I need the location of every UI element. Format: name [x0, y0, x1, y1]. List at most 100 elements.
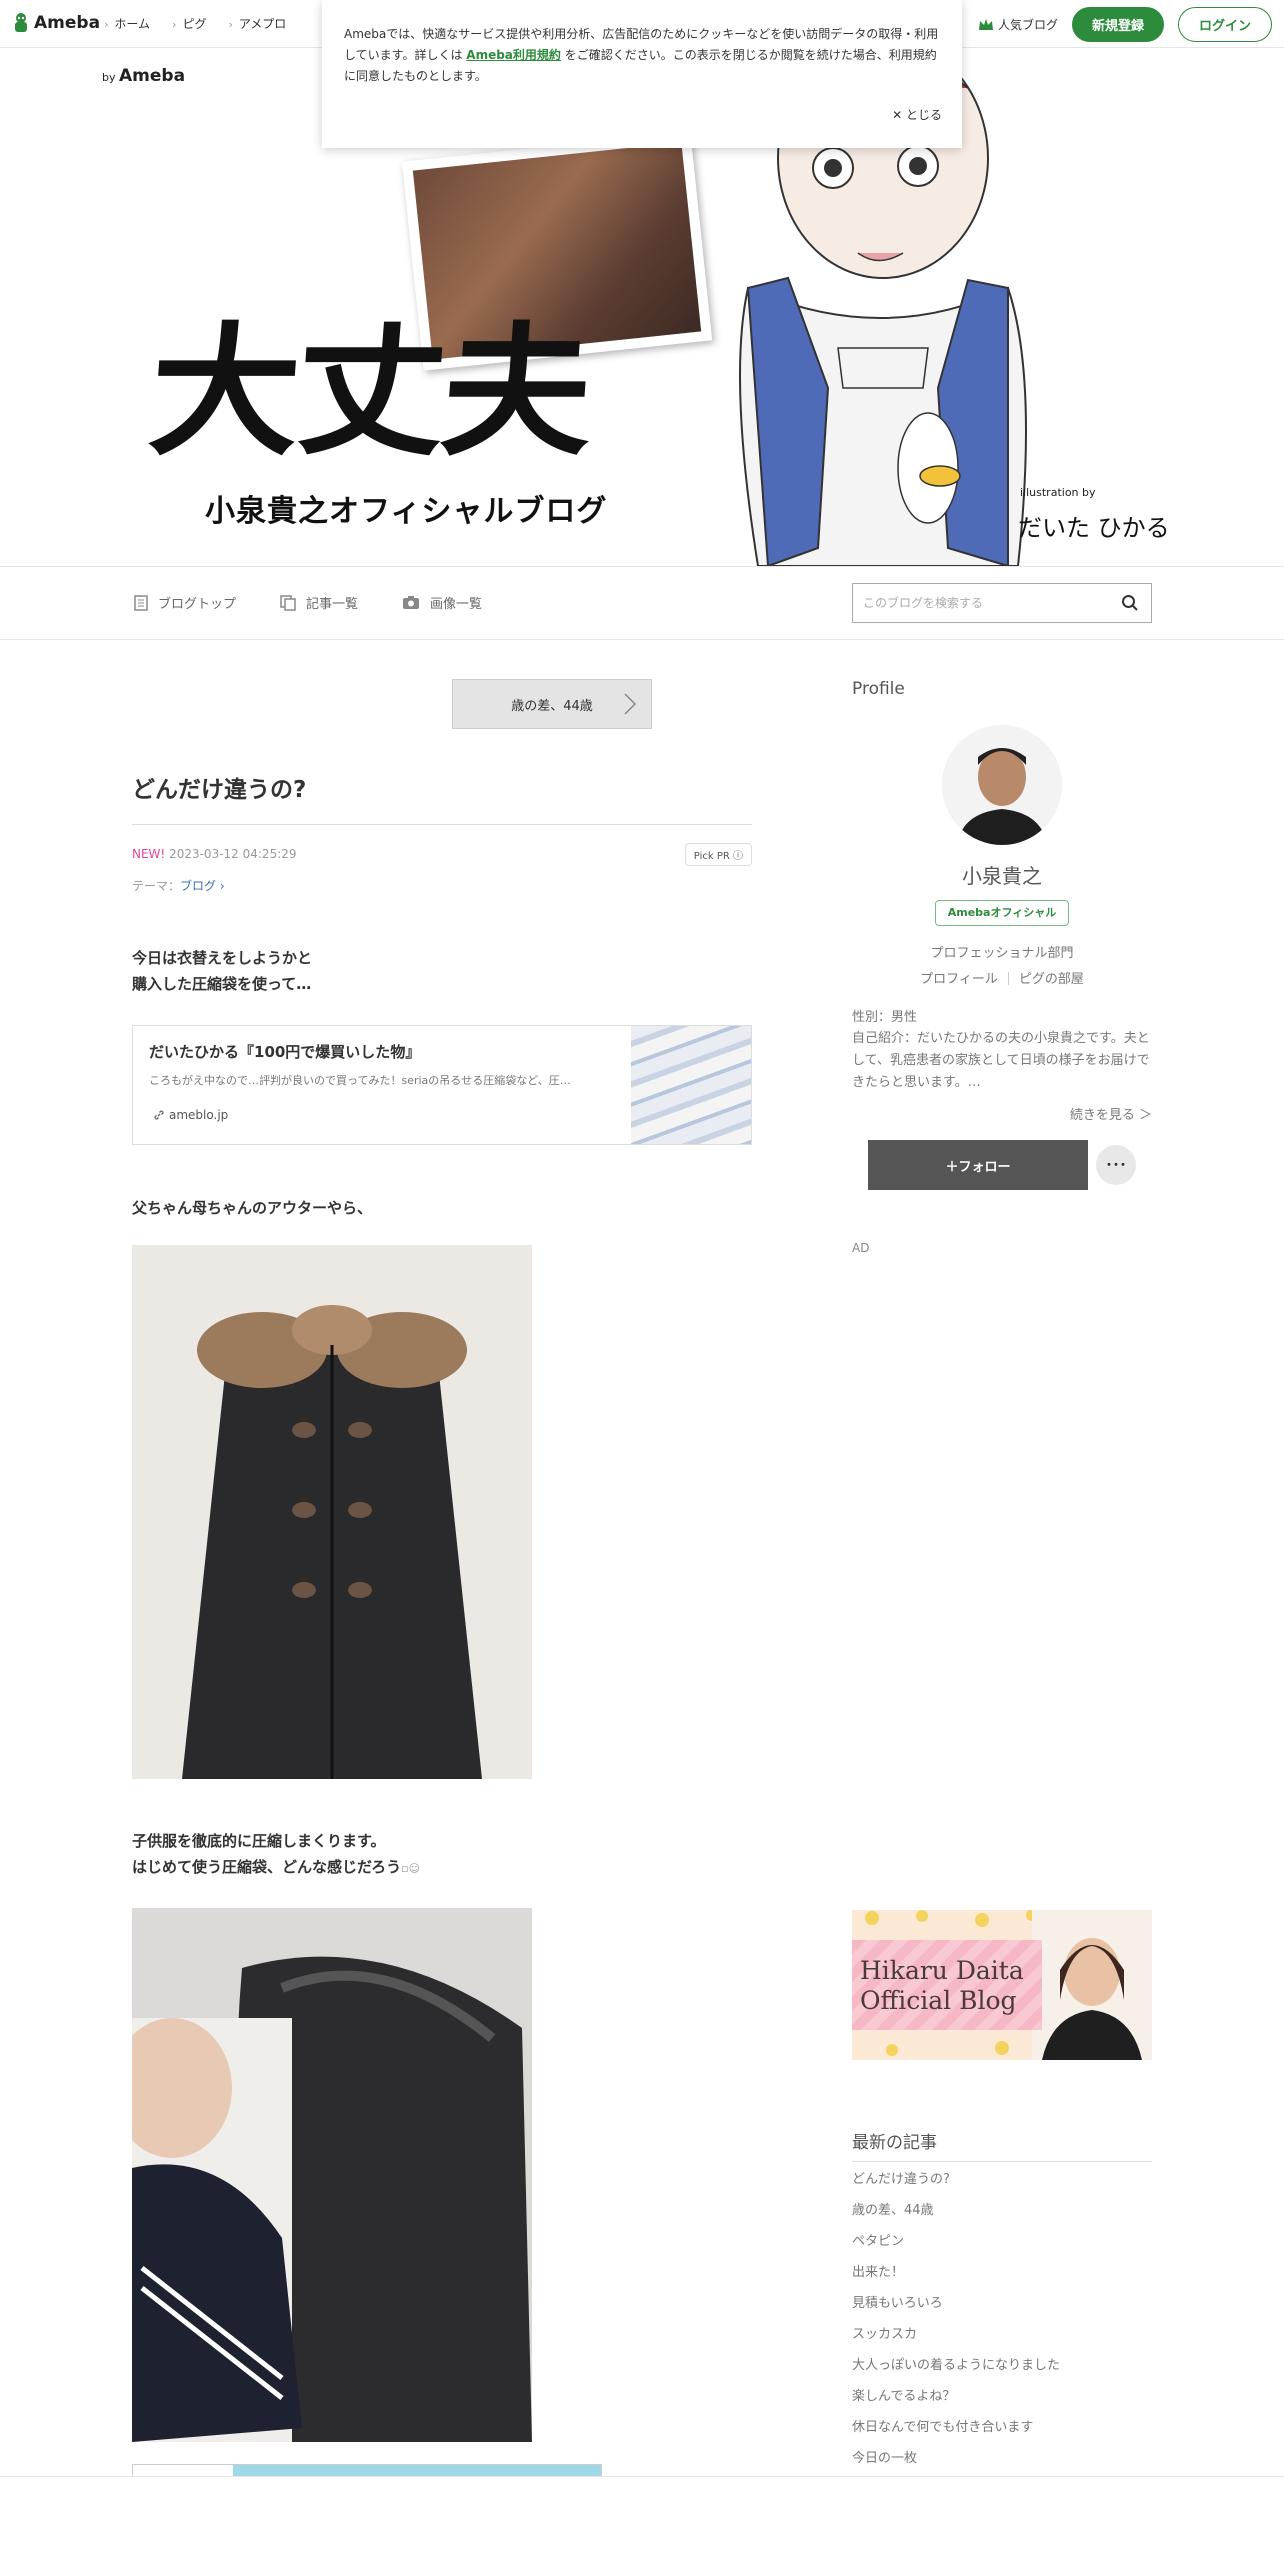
link-icon: [154, 1110, 164, 1120]
hikaru-daita-blog-banner[interactable]: Hikaru Daita Official Blog: [852, 1910, 1152, 2060]
paragraph-line: 子供服を徹底的に圧縮しまくります。: [132, 1832, 386, 1850]
ameba-logo-text: Ameba: [34, 13, 101, 33]
nav-pigg-label: ピグ: [182, 17, 207, 31]
profile-department: プロフェッショナル部門: [930, 946, 1074, 961]
copy-icon: [280, 594, 296, 611]
profile-intro: 自己紹介：だいたひかるの夫の小泉貴之です。夫として、乳癌患者の家族として日頃の様…: [852, 1031, 1150, 1090]
card-title: だいたひかる『100円で爆買いした物』: [149, 1043, 421, 1061]
article-meta: NEW! 2023-03-12 04:25:29: [132, 847, 297, 861]
nav-home-label: ホーム: [114, 17, 151, 31]
article-theme: テーマ：ブログ ›: [132, 877, 225, 894]
search-icon[interactable]: [1121, 594, 1139, 612]
read-more-link[interactable]: 続きを見る ＞: [1070, 1104, 1152, 1123]
camera-icon: [403, 596, 420, 609]
paragraph-line: 今日は衣替えをしようかと: [132, 949, 313, 967]
theme-link[interactable]: ブログ ›: [180, 879, 225, 893]
banner-text: Hikaru Daita Official Blog: [860, 1956, 1024, 2016]
crown-icon: [978, 18, 993, 30]
nav-home[interactable]: › ホーム: [104, 15, 150, 32]
banner-line: Official Blog: [860, 1986, 1017, 2015]
chevron-right-icon: ›: [172, 18, 177, 31]
card-url-text: ameblo.jp: [169, 1108, 229, 1122]
article-paragraph: 子供服を徹底的に圧縮しまくります。 はじめて使う圧縮袋、どんな感じだろう▫☺: [132, 1828, 420, 1882]
chevron-right-icon: ›: [104, 18, 109, 31]
list-item[interactable]: 歳の差、44歳: [852, 2201, 1152, 2232]
login-button[interactable]: ログイン: [1177, 7, 1272, 42]
card-url: ameblo.jp: [153, 1108, 228, 1122]
image-list-link[interactable]: 画像一覧: [402, 593, 482, 612]
header-actions: 人気ブログ 新規登録 ログイン: [978, 7, 1272, 42]
entry-list-label: 記事一覧: [306, 597, 359, 612]
divider: [1007, 972, 1009, 985]
paragraph-line: はじめて使う圧縮袋、どんな感じだろう: [132, 1858, 402, 1876]
list-item[interactable]: ペタピン: [852, 2232, 1152, 2263]
list-item[interactable]: 大人っぽいの着るようになりました: [852, 2356, 1152, 2387]
blog-nav-bar: ブログトップ 記事一覧 画像一覧: [0, 566, 1284, 640]
cookie-close-label: とじる: [905, 108, 942, 122]
list-item[interactable]: スッカスカ: [852, 2325, 1152, 2356]
blog-link-card[interactable]: だいたひかる『100円で爆買いした物』 ころもがえ中なので…評判が良いので買って…: [132, 1025, 752, 1145]
info-icon: ⓘ: [733, 851, 743, 862]
theme-link-label: ブログ: [180, 879, 217, 893]
bottom-bar: [0, 2476, 1284, 2568]
entry-list-link[interactable]: 記事一覧: [280, 593, 358, 612]
recent-entries-list: どんだけ違うの? 歳の差、44歳 ペタピン 出来た！ 見積もいろいろ スッカスカ…: [852, 2170, 1152, 2480]
chevron-right-icon: ›: [228, 18, 233, 31]
profile-name[interactable]: 小泉貴之: [852, 860, 1152, 889]
blog-search-input[interactable]: [853, 584, 1103, 622]
global-nav: › ホーム › ピグ › アメプロ: [104, 15, 286, 32]
avatar[interactable]: [942, 725, 1062, 845]
signup-button[interactable]: 新規登録: [1071, 7, 1164, 42]
prev-entry-button[interactable]: 歳の差、44歳: [452, 679, 652, 729]
baby-bag-photo-drawing: [132, 1908, 532, 2442]
pick-pr-label: Pick PR: [693, 851, 730, 862]
article-date: 2023-03-12 04:25:29: [169, 847, 297, 861]
coat-photo[interactable]: [132, 1245, 532, 1779]
list-item[interactable]: 楽しんでるよね？: [852, 2387, 1152, 2418]
pick-pr-button[interactable]: Pick PR ⓘ: [684, 843, 752, 866]
illustration-credit: illustration by: [1020, 486, 1096, 499]
blog-top-link[interactable]: ブログトップ: [134, 593, 236, 612]
avatar-image: [942, 725, 1062, 845]
blog-subtitle: 小泉貴之オフィシャルブログ: [205, 494, 608, 529]
terms-link[interactable]: Ameba利用規約: [466, 48, 561, 62]
new-badge: NEW!: [132, 847, 166, 861]
by-label: by: [102, 71, 116, 84]
article-paragraph: 今日は衣替えをしようかと 購入した圧縮袋を使って…: [132, 945, 312, 997]
list-item[interactable]: 見積もいろいろ: [852, 2294, 1152, 2325]
chevron-right-icon: [624, 693, 637, 715]
nav-pigg[interactable]: › ピグ: [172, 15, 206, 32]
list-item[interactable]: 休日なんで何でも付き合います: [852, 2418, 1152, 2449]
follow-button[interactable]: ＋フォロー: [868, 1140, 1088, 1190]
blog-title-kanji: 大丈夫: [144, 310, 594, 476]
profile-sex: 性別：男性: [852, 1010, 918, 1025]
blog-nav-items: ブログトップ 記事一覧 画像一覧: [134, 593, 482, 612]
theme-label: テーマ：: [132, 879, 181, 893]
paragraph-line: 購入した圧縮袋を使って…: [132, 975, 312, 993]
profile-heading: Profile: [852, 679, 905, 699]
profile-link[interactable]: プロフィール: [920, 972, 998, 987]
list-item[interactable]: どんだけ違うの?: [852, 2170, 1152, 2201]
recent-entries-heading: 最新の記事: [852, 2128, 1152, 2162]
blog-top-label: ブログトップ: [158, 597, 237, 612]
by-ameba-logo: by Ameba: [102, 66, 185, 86]
image-list-label: 画像一覧: [430, 597, 483, 612]
popular-blog-link[interactable]: 人気ブログ: [978, 16, 1058, 33]
more-options-button[interactable]: ･･･: [1096, 1145, 1136, 1185]
pigg-room-link[interactable]: ピグの部屋: [1019, 972, 1084, 987]
card-description: ころもがえ中なので…評判が良いので買ってみた！seriaの吊るせる圧縮袋など、圧…: [149, 1074, 571, 1087]
cookie-text: Amebaでは、快適なサービス提供や利用分析、広告配信のためにクッキーなどを使い…: [344, 24, 940, 87]
banner-line: Hikaru Daita: [860, 1956, 1024, 1985]
list-item[interactable]: 出来た！: [852, 2263, 1152, 2294]
profile-links: プロフィール ピグの部屋: [852, 968, 1152, 987]
cookie-close-button[interactable]: ✕ とじる: [892, 105, 942, 126]
by-brand: Ameba: [119, 66, 186, 86]
nav-amepro[interactable]: › アメプロ: [228, 15, 286, 32]
baby-bag-photo[interactable]: [132, 1908, 532, 2442]
close-icon: ✕: [892, 108, 906, 122]
broken-emoji-icon: ▫☺: [401, 1862, 421, 1875]
article-title: どんだけ違うの?: [132, 770, 752, 825]
ameba-logo[interactable]: Ameba: [12, 12, 100, 34]
popular-blog-label: 人気ブログ: [997, 18, 1058, 32]
illustrator-signature: だいた ひかる: [1018, 514, 1170, 542]
